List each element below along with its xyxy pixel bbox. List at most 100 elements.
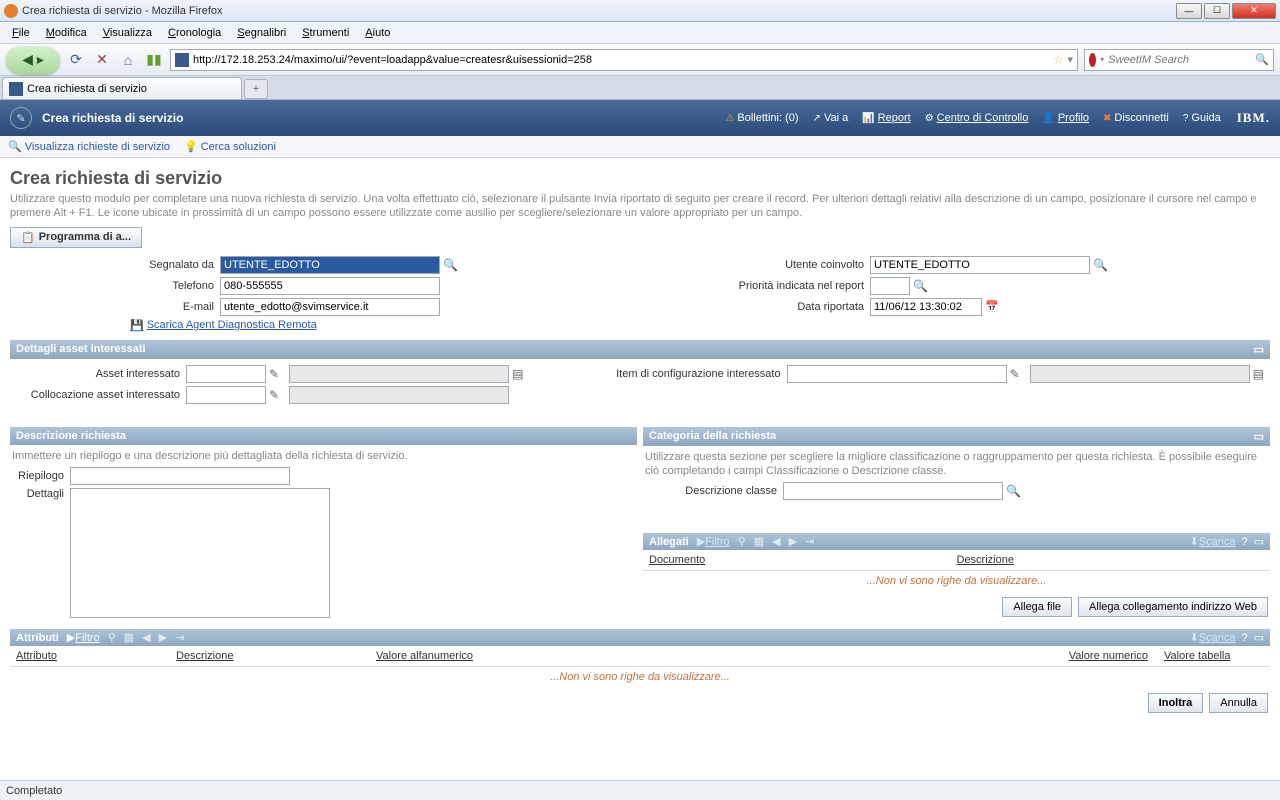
- app-icon: ✎: [10, 107, 32, 129]
- attributi-next-icon[interactable]: ▶: [159, 631, 167, 644]
- link-centro-controllo[interactable]: ⚙Centro di Controllo: [925, 112, 1029, 124]
- allegati-help-icon[interactable]: ?: [1241, 536, 1247, 548]
- input-descrizione-classe[interactable]: [783, 482, 1003, 500]
- display-asset-desc: [289, 365, 509, 383]
- link-disconnetti[interactable]: ✖Disconnetti: [1103, 112, 1169, 124]
- reload-button[interactable]: ⟳: [66, 50, 86, 70]
- link-profilo[interactable]: 👤Profilo: [1042, 112, 1089, 124]
- link-guida[interactable]: ?Guida: [1183, 112, 1221, 124]
- lookup-asset-icon[interactable]: ✎: [269, 367, 279, 381]
- detail-item-config-icon[interactable]: ▤: [1253, 367, 1264, 381]
- col-valore-tab[interactable]: Valore tabella: [1164, 650, 1264, 662]
- col-valore-alfa[interactable]: Valore alfanumerico: [376, 650, 1048, 662]
- lookup-classe-icon[interactable]: 🔍: [1006, 484, 1021, 498]
- attributi-scarica[interactable]: ⬇Scarica: [1190, 631, 1236, 644]
- allegati-scarica[interactable]: ⬇Scarica: [1190, 535, 1236, 548]
- input-telefono[interactable]: [220, 277, 440, 295]
- maximize-button[interactable]: ☐: [1204, 3, 1230, 19]
- attributi-prev-icon[interactable]: ◀: [142, 631, 150, 644]
- btn-annulla[interactable]: Annulla: [1209, 693, 1268, 713]
- home-button[interactable]: ⌂: [118, 50, 138, 70]
- textarea-dettagli[interactable]: [70, 488, 330, 618]
- search-engine-icon[interactable]: [1089, 53, 1096, 67]
- link-scarica-agent[interactable]: 💾Scarica Agent Diagnostica Remota: [130, 319, 317, 332]
- col-descrizione[interactable]: Descrizione: [957, 554, 1265, 566]
- nav-toolbar: ◀ ▸ ⟳ ✕ ⌂ ▮▮ ☆ ▾ ▾ 🔍: [0, 44, 1280, 76]
- minimize-button[interactable]: —: [1176, 3, 1202, 19]
- label-priorita: Priorità indicata nel report: [660, 280, 870, 292]
- menu-file[interactable]: File: [4, 25, 38, 41]
- tab-favicon: [9, 82, 23, 96]
- input-collocazione[interactable]: [186, 386, 266, 404]
- url-dropdown-icon[interactable]: ▾: [1067, 53, 1073, 66]
- tab-strip: Crea richiesta di servizio +: [0, 76, 1280, 100]
- search-dropdown-icon[interactable]: ▾: [1100, 55, 1104, 64]
- lookup-segnalato-icon[interactable]: 🔍: [443, 258, 458, 272]
- allegati-toggle-icon[interactable]: ▭: [1254, 535, 1264, 548]
- col-attr-descrizione[interactable]: Descrizione: [176, 650, 376, 662]
- input-segnalato-da[interactable]: [220, 256, 440, 274]
- attributi-tool1-icon[interactable]: ⚲: [108, 631, 116, 644]
- attributi-filtro[interactable]: ▶Filtro: [67, 631, 100, 644]
- detail-asset-icon[interactable]: ▤: [512, 367, 523, 381]
- attributi-tool2-icon[interactable]: ▦: [124, 631, 134, 644]
- search-input[interactable]: [1108, 54, 1251, 66]
- allegati-tool1-icon[interactable]: ⚲: [738, 535, 746, 548]
- calendar-icon[interactable]: 📅: [985, 300, 999, 313]
- toggle-dettagli-asset-icon[interactable]: ▭: [1254, 343, 1264, 356]
- input-riepilogo[interactable]: [70, 467, 290, 485]
- btn-allega-web[interactable]: Allega collegamento indirizzo Web: [1078, 597, 1268, 617]
- allegati-filtro[interactable]: ▶Filtro: [697, 535, 730, 548]
- search-go-icon[interactable]: 🔍: [1255, 53, 1269, 66]
- new-tab-button[interactable]: +: [244, 79, 268, 99]
- menu-modifica[interactable]: Modifica: [38, 25, 95, 41]
- link-report[interactable]: 📊Report: [862, 112, 910, 124]
- toggle-categoria-icon[interactable]: ▭: [1254, 430, 1264, 443]
- programma-button[interactable]: 📋Programma di a...: [10, 227, 142, 248]
- link-visualizza-richieste[interactable]: 🔍Visualizza richieste di servizio: [8, 140, 170, 153]
- close-button[interactable]: ✕: [1232, 3, 1276, 19]
- attributi-toggle-icon[interactable]: ▭: [1254, 631, 1264, 644]
- col-valore-num[interactable]: Valore numerico: [1048, 650, 1148, 662]
- btn-allega-file[interactable]: Allega file: [1002, 597, 1072, 617]
- input-utente-coinvolto[interactable]: [870, 256, 1090, 274]
- label-segnalato-da: Segnalato da: [10, 259, 220, 271]
- attributi-help-icon[interactable]: ?: [1241, 632, 1247, 644]
- input-item-config[interactable]: [787, 365, 1007, 383]
- link-bollettini[interactable]: ⚠Bollettini: (0): [725, 112, 798, 124]
- browser-tab[interactable]: Crea richiesta di servizio: [2, 77, 242, 99]
- input-asset-interessato[interactable]: [186, 365, 266, 383]
- url-bar[interactable]: ☆ ▾: [170, 49, 1078, 71]
- stop-button[interactable]: ✕: [92, 50, 112, 70]
- input-data-riportata[interactable]: [870, 298, 982, 316]
- input-priorita[interactable]: [870, 277, 910, 295]
- window-titlebar: Crea richiesta di servizio - Mozilla Fir…: [0, 0, 1280, 22]
- lookup-priorita-icon[interactable]: 🔍: [913, 279, 928, 293]
- btn-inoltra[interactable]: Inoltra: [1148, 693, 1204, 713]
- input-email[interactable]: [220, 298, 440, 316]
- lookup-collocazione-icon[interactable]: ✎: [269, 388, 279, 402]
- lookup-item-config-icon[interactable]: ✎: [1010, 367, 1020, 381]
- allegati-next-icon[interactable]: ▶: [789, 535, 797, 548]
- url-input[interactable]: [193, 54, 1050, 66]
- allegati-last-icon[interactable]: ⇥: [805, 535, 814, 548]
- addon-icon[interactable]: ▮▮: [144, 50, 164, 70]
- back-forward-button[interactable]: ◀ ▸: [6, 46, 60, 74]
- menu-segnalibri[interactable]: Segnalibri: [229, 25, 294, 41]
- attributi-last-icon[interactable]: ⇥: [175, 631, 184, 644]
- col-documento[interactable]: Documento: [649, 554, 957, 566]
- bookmark-star-icon[interactable]: ☆: [1054, 53, 1064, 66]
- lookup-utente-icon[interactable]: 🔍: [1093, 258, 1108, 272]
- col-attributo[interactable]: Attributo: [16, 650, 176, 662]
- ibm-logo: IBM.: [1237, 110, 1270, 126]
- search-bar[interactable]: ▾ 🔍: [1084, 49, 1274, 71]
- allegati-prev-icon[interactable]: ◀: [772, 535, 780, 548]
- menu-aiuto[interactable]: Aiuto: [357, 25, 398, 41]
- menu-visualizza[interactable]: Visualizza: [95, 25, 160, 41]
- link-vai-a[interactable]: ↗Vai a: [813, 112, 849, 124]
- menu-cronologia[interactable]: Cronologia: [160, 25, 229, 41]
- link-cerca-soluzioni[interactable]: 💡Cerca soluzioni: [184, 140, 276, 153]
- menu-strumenti[interactable]: Strumenti: [294, 25, 357, 41]
- allegati-tool2-icon[interactable]: ▦: [754, 535, 764, 548]
- page-title: Crea richiesta di servizio: [10, 168, 1270, 189]
